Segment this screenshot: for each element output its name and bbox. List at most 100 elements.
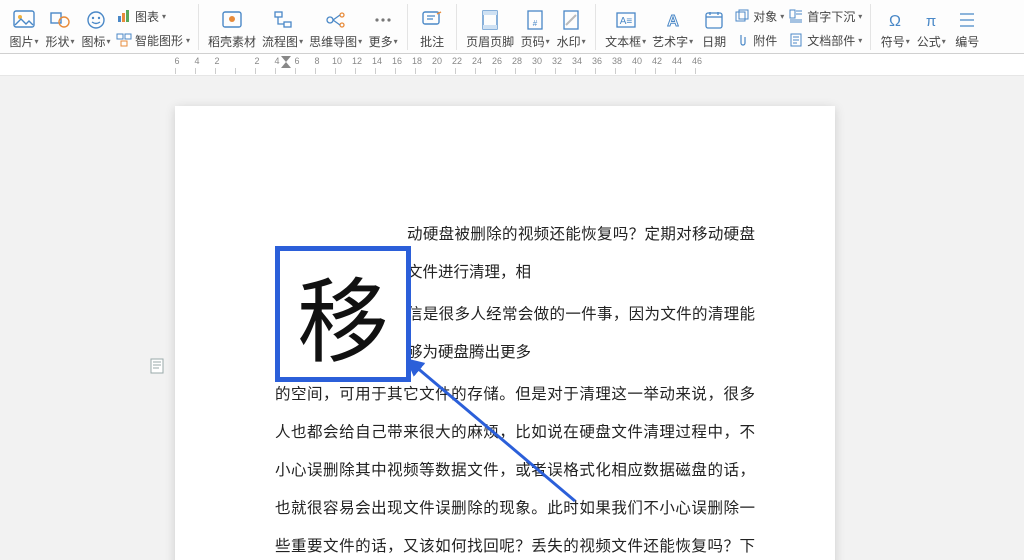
pagenumber-icon: # bbox=[524, 9, 546, 31]
ruler-mark: 24 bbox=[470, 56, 484, 66]
more-icon bbox=[372, 9, 394, 31]
date-button[interactable]: 日期 bbox=[696, 6, 732, 50]
icon-button[interactable]: 图标▾ bbox=[78, 6, 114, 50]
chevron-down-icon: ▾ bbox=[71, 37, 75, 46]
ruler-mark: 26 bbox=[490, 56, 504, 66]
pagenumber-label: 页码 bbox=[521, 33, 545, 50]
object-button[interactable]: 对象▾ bbox=[734, 6, 784, 26]
page-marker-icon bbox=[150, 358, 164, 374]
attachment-icon bbox=[734, 32, 750, 48]
shape-label: 形状 bbox=[45, 33, 69, 50]
chart-label: 图表 bbox=[135, 8, 159, 25]
object-icon bbox=[734, 8, 750, 24]
more-label: 更多 bbox=[369, 33, 393, 50]
chevron-down-icon: ▾ bbox=[107, 37, 111, 46]
smartart-icon bbox=[116, 32, 132, 48]
pagenumber-button[interactable]: # 页码▾ bbox=[517, 6, 553, 50]
number-button[interactable]: 编号 bbox=[949, 6, 985, 50]
wordart-button[interactable]: A 艺术字▾ bbox=[649, 6, 696, 50]
chevron-down-icon: ▾ bbox=[186, 36, 190, 45]
group-resources: 稻壳素材 流程图▾ 思维导图▾ 更多▾ bbox=[199, 4, 408, 50]
picture-icon bbox=[13, 9, 35, 31]
chevron-down-icon: ▾ bbox=[942, 37, 946, 46]
ruler-mark: 6 bbox=[290, 56, 304, 66]
shape-button[interactable]: 形状▾ bbox=[42, 6, 78, 50]
formula-button[interactable]: π 公式▾ bbox=[913, 6, 949, 50]
comment-button[interactable]: 批注 bbox=[414, 6, 450, 50]
chevron-down-icon: ▾ bbox=[689, 37, 693, 46]
ruler-mark: 4 bbox=[270, 56, 284, 66]
comment-label: 批注 bbox=[420, 33, 444, 50]
textbox-icon: A≡ bbox=[615, 9, 637, 31]
smartart-button[interactable]: 智能图形▾ bbox=[116, 30, 190, 50]
ruler-mark: 36 bbox=[590, 56, 604, 66]
svg-text:Ω: Ω bbox=[889, 13, 901, 30]
chevron-down-icon: ▾ bbox=[358, 37, 362, 46]
more-button[interactable]: 更多▾ bbox=[365, 6, 401, 50]
svg-text:#: # bbox=[533, 19, 538, 28]
ruler-mark: 20 bbox=[430, 56, 444, 66]
number-icon bbox=[956, 9, 978, 31]
watermark-button[interactable]: 水印▾ bbox=[553, 6, 589, 50]
chevron-down-icon: ▾ bbox=[906, 37, 910, 46]
chevron-down-icon: ▾ bbox=[858, 12, 862, 21]
picture-button[interactable]: 图片▾ bbox=[6, 6, 42, 50]
flowchart-icon bbox=[272, 9, 294, 31]
docparts-label: 文档部件 bbox=[807, 32, 855, 49]
ruler-mark: 38 bbox=[610, 56, 624, 66]
ribbon-toolbar: 图片▾ 形状▾ 图标▾ 图表▾ 智 bbox=[0, 0, 1024, 54]
ruler-mark: 40 bbox=[630, 56, 644, 66]
ruler-mark: 32 bbox=[550, 56, 564, 66]
textbox-label: 文本框 bbox=[605, 33, 641, 50]
dock-material-label: 稻壳素材 bbox=[208, 33, 256, 50]
wordart-label: 艺术字 bbox=[652, 33, 688, 50]
ruler-mark: 2 bbox=[250, 56, 264, 66]
chart-button[interactable]: 图表▾ bbox=[116, 6, 190, 26]
ruler-mark: 28 bbox=[510, 56, 524, 66]
chevron-down-icon: ▾ bbox=[35, 37, 39, 46]
headerfooter-icon bbox=[479, 9, 501, 31]
dropcap-button[interactable]: 首字下沉▾ bbox=[788, 6, 862, 26]
object-label: 对象 bbox=[753, 8, 777, 25]
paragraph-line[interactable]: 信是很多人经常会做的一件事，因为文件的清理能够为硬盘腾出更多 bbox=[407, 296, 755, 372]
picture-label: 图片 bbox=[9, 33, 33, 50]
dropcap-char: 移 bbox=[297, 248, 389, 381]
paragraph-line[interactable]: 的空间，可用于其它文件的存储。但是对于清理这一举动来说，很多人也都会给自己带来很… bbox=[275, 376, 755, 560]
symbol-icon: Ω bbox=[884, 9, 906, 31]
ruler-mark: 4 bbox=[190, 56, 204, 66]
icon-icon bbox=[85, 9, 107, 31]
dock-material-icon bbox=[221, 9, 243, 31]
mindmap-icon bbox=[325, 9, 347, 31]
flowchart-button[interactable]: 流程图▾ bbox=[259, 6, 306, 50]
horizontal-ruler[interactable]: 6422468101214161820222426283032343638404… bbox=[175, 54, 1024, 74]
chevron-down-icon: ▾ bbox=[546, 37, 550, 46]
chevron-down-icon: ▾ bbox=[299, 37, 303, 46]
symbol-button[interactable]: Ω 符号▾ bbox=[877, 6, 913, 50]
ruler-mark: 18 bbox=[410, 56, 424, 66]
mindmap-label: 思维导图 bbox=[309, 33, 357, 50]
date-icon bbox=[703, 9, 725, 31]
dock-material-button[interactable]: 稻壳素材 bbox=[205, 6, 259, 50]
headerfooter-label: 页眉页脚 bbox=[466, 33, 514, 50]
ruler-mark: 42 bbox=[650, 56, 664, 66]
document-page[interactable]: 动硬盘被删除的视频还能恢复吗？定期对移动硬盘文件进行清理，相 信是很多人经常会做… bbox=[175, 106, 835, 560]
headerfooter-button[interactable]: 页眉页脚 bbox=[463, 6, 517, 50]
svg-text:π: π bbox=[926, 13, 936, 30]
flowchart-label: 流程图 bbox=[262, 33, 298, 50]
formula-label: 公式 bbox=[917, 33, 941, 50]
chevron-down-icon: ▾ bbox=[394, 37, 398, 46]
chevron-down-icon: ▾ bbox=[582, 37, 586, 46]
attachment-label: 附件 bbox=[753, 32, 777, 49]
docparts-button[interactable]: 文档部件▾ bbox=[788, 30, 862, 50]
document-workspace: 动硬盘被删除的视频还能恢复吗？定期对移动硬盘文件进行清理，相 信是很多人经常会做… bbox=[0, 76, 1024, 560]
group-text: A≡ 文本框▾ A 艺术字▾ 日期 对象▾ bbox=[596, 4, 871, 50]
mindmap-button[interactable]: 思维导图▾ bbox=[306, 6, 365, 50]
formula-icon: π bbox=[920, 9, 942, 31]
wordart-icon: A bbox=[662, 9, 684, 31]
textbox-button[interactable]: A≡ 文本框▾ bbox=[602, 6, 649, 50]
ruler-mark: 6 bbox=[170, 56, 184, 66]
ruler-mark: 22 bbox=[450, 56, 464, 66]
dropcap-selection[interactable]: 移 bbox=[275, 246, 411, 382]
paragraph-line[interactable]: 动硬盘被删除的视频还能恢复吗？定期对移动硬盘文件进行清理，相 bbox=[407, 216, 755, 292]
attachment-button[interactable]: 附件 bbox=[734, 30, 784, 50]
